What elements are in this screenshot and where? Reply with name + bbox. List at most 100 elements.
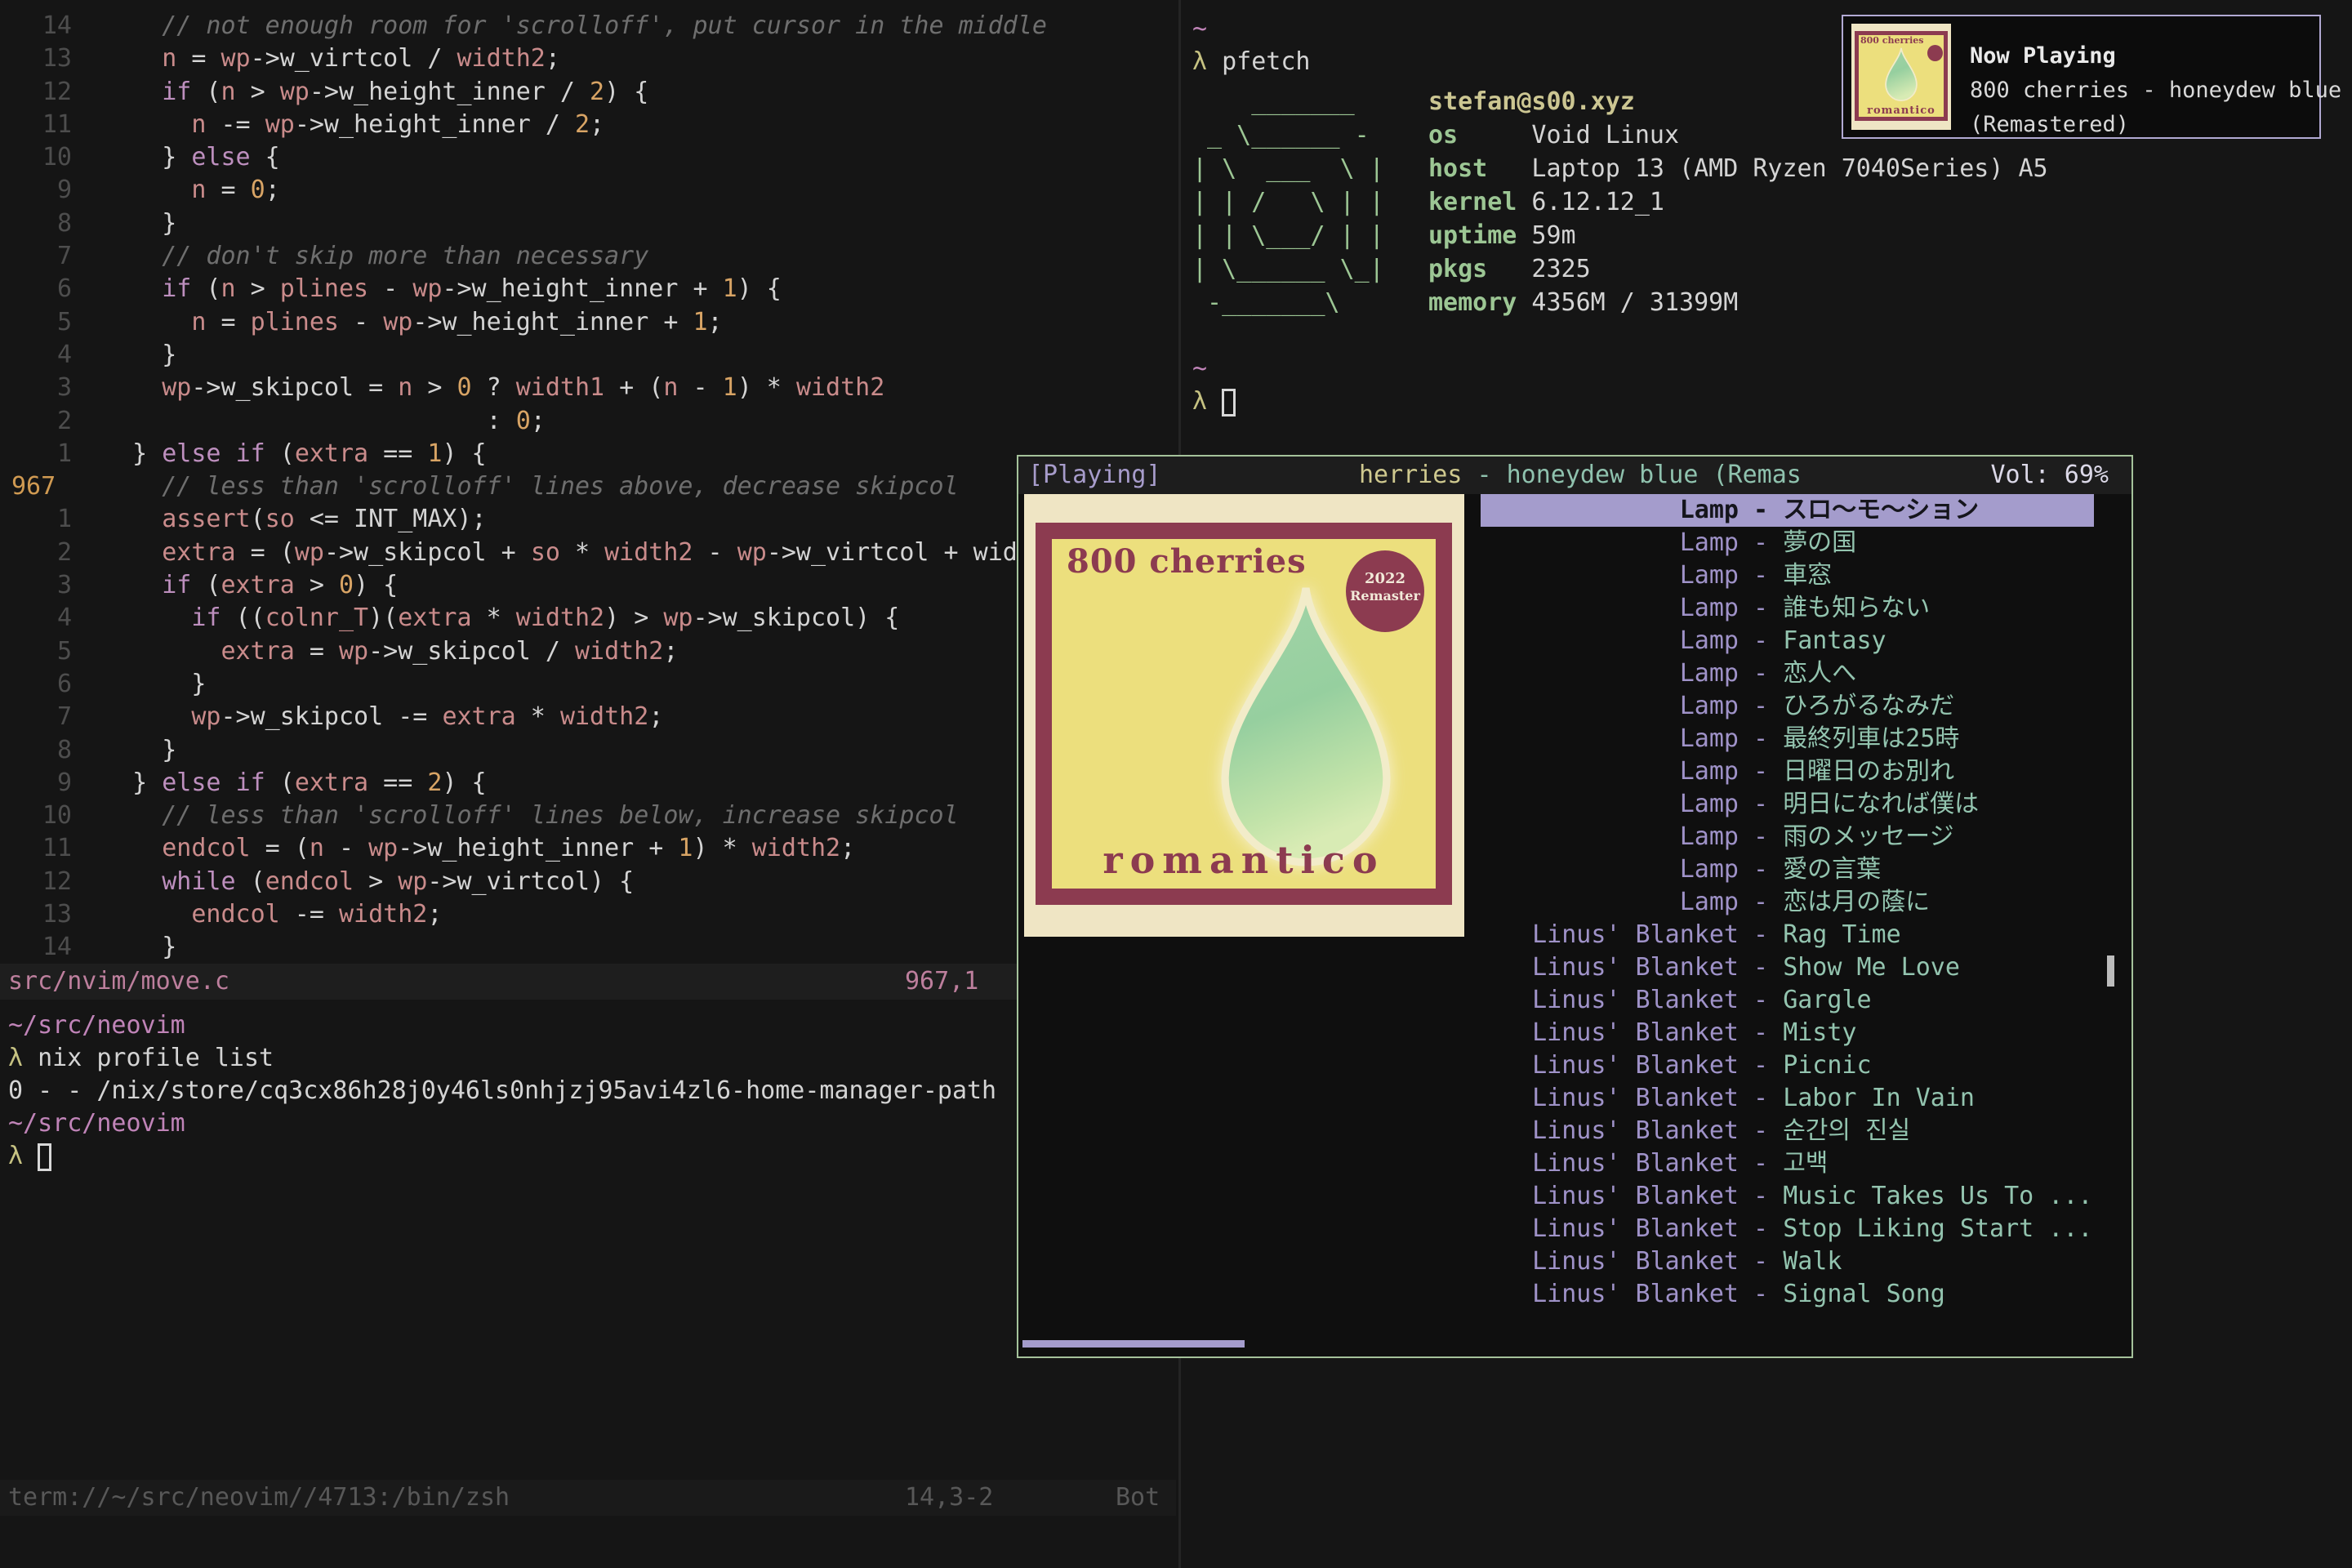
code-line[interactable]: 4 if ((colnr_T)(extra * width2) > wp->w_… (0, 602, 1178, 635)
code-line[interactable]: 967 // less than 'scrolloff' lines above… (0, 470, 1178, 503)
code-line[interactable]: 14 // not enough room for 'scrolloff', p… (0, 10, 1178, 42)
code-line[interactable]: 3 if (extra > 0) { (0, 569, 1178, 602)
pfetch-row: | \______ \_| pkgs 2325 (1192, 252, 2048, 286)
code-line[interactable]: 10 } else { (0, 141, 1178, 174)
playlist-row[interactable]: Linus' Blanket - 고백 (1481, 1147, 2094, 1180)
code-line[interactable]: 1 } else if (extra == 1) { (0, 438, 1178, 470)
terminal-line: λ (0, 1140, 1176, 1173)
code-line[interactable]: 13 n = wp->w_virtcol / width2; (0, 42, 1178, 75)
playlist-row[interactable]: Lamp - 日曜日のお別れ (1481, 755, 2094, 788)
line-number: 8 (0, 734, 72, 767)
statusline-active: src/nvim/move.c 967,1 (0, 964, 1176, 1000)
code-line[interactable]: 5 n = plines - wp->w_height_inner + 1; (0, 306, 1178, 339)
line-number: 13 (0, 42, 72, 75)
playlist-row[interactable]: Linus' Blanket - 순간의 진실 (1481, 1115, 2094, 1147)
playlist-row[interactable]: Linus' Blanket - Rag Time (1481, 919, 2094, 951)
prompt-cwd: ~ (1192, 353, 1207, 385)
thumb-teardrop-artwork (1883, 47, 1919, 102)
song-progress-bar[interactable] (1022, 1340, 1245, 1348)
code-line[interactable]: 9 n = 0; (0, 174, 1178, 207)
code-line[interactable]: 4 } (0, 339, 1178, 372)
code-line[interactable]: 2 : 0; (0, 405, 1178, 438)
code-line[interactable]: 12 while (endcol > wp->w_virtcol) { (0, 866, 1178, 898)
playlist-row[interactable]: Linus' Blanket - Labor In Vain (1481, 1082, 2094, 1115)
line-number: 10 (0, 800, 72, 832)
playlist-row[interactable]: Linus' Blanket - Picnic (1481, 1049, 2094, 1082)
statusline2-scroll-indicator: Bot (1116, 1480, 1160, 1516)
pfetch-user-host: stefan@s00.xyz (1428, 87, 1635, 116)
player-volume: Vol: 69% (1991, 457, 2109, 494)
playlist-row[interactable]: Linus' Blanket - Signal Song (1481, 1278, 2094, 1311)
playlist-row[interactable]: Linus' Blanket - Gargle (1481, 984, 2094, 1017)
playlist-row[interactable]: Lamp - 最終列車は25時 (1481, 723, 2094, 755)
code-line[interactable]: 1 assert(so <= INT_MAX); (0, 503, 1178, 536)
code-line[interactable]: 7 wp->w_skipcol -= extra * width2; (0, 701, 1178, 733)
music-player-window[interactable]: [Playing] herries - honeydew blue (Remas… (1017, 455, 2133, 1358)
statusline2-filename: term://~/src/neovim//4713:/bin/zsh (8, 1483, 510, 1512)
player-state-badge: [Playing] (1028, 457, 1161, 494)
playlist[interactable]: Lamp - スロ〜モ〜ションLamp - 夢の国Lamp - 車窓Lamp -… (1018, 494, 2132, 1319)
code-line[interactable]: 11 n -= wp->w_height_inner / 2; (0, 109, 1178, 141)
code-line[interactable]: 10 // less than 'scrolloff' lines below,… (0, 800, 1178, 832)
statusline-inactive: term://~/src/neovim//4713:/bin/zsh 14,3-… (0, 1480, 1176, 1516)
code-line[interactable]: 2 extra = (wp->w_skipcol + so * width2 -… (0, 537, 1178, 569)
line-number: 6 (0, 273, 72, 305)
playlist-row[interactable]: Linus' Blanket - Show Me Love (1481, 951, 2094, 984)
playlist-row[interactable]: Lamp - Fantasy (1481, 625, 2094, 657)
line-number: 5 (0, 306, 72, 339)
statusline-cursor-position: 967,1 (905, 964, 978, 1000)
code-line[interactable]: 5 extra = wp->w_skipcol / width2; (0, 635, 1178, 668)
playlist-row[interactable]: Lamp - 雨のメッセージ (1481, 821, 2094, 853)
playlist-row[interactable]: Linus' Blanket - Music Takes Us To ... (1481, 1180, 2094, 1213)
playlist-row[interactable]: Lamp - 恋人へ (1481, 657, 2094, 690)
line-number: 7 (0, 701, 72, 733)
code-line[interactable]: 14 } (0, 931, 1178, 964)
playlist-row[interactable]: Linus' Blanket - Stop Liking Start ... (1481, 1213, 2094, 1245)
playlist-row-selected[interactable]: Lamp - スロ〜モ〜ション (1481, 494, 2094, 527)
playlist-row[interactable]: Lamp - 誰も知らない (1481, 592, 2094, 625)
prompt-command-line: λ pfetch (1192, 46, 1311, 78)
line-number: 3 (0, 569, 72, 602)
player-song-marquee: herries - honeydew blue (Remas (1359, 457, 1802, 494)
code-line[interactable]: 3 wp->w_skipcol = n > 0 ? width1 + (n - … (0, 372, 1178, 404)
playlist-row[interactable]: Lamp - 明日になれば僕は (1481, 788, 2094, 821)
code-line[interactable]: 6 if (n > plines - wp->w_height_inner + … (0, 273, 1178, 305)
playlist-scrollbar[interactable] (2107, 956, 2114, 987)
nvim-embedded-terminal[interactable]: ~/src/neovimλ nix profile list0 - - /nix… (0, 1009, 1176, 1173)
playlist-row[interactable]: Lamp - ひろがるなみだ (1481, 690, 2094, 723)
playlist-row[interactable]: Lamp - 恋は月の蔭に (1481, 886, 2094, 919)
line-number: 2 (0, 405, 72, 438)
nvim-pane[interactable]: 14 // not enough room for 'scrolloff', p… (0, 0, 1178, 1568)
line-number: 9 (0, 767, 72, 800)
playlist-row[interactable]: Linus' Blanket - Misty (1481, 1017, 2094, 1049)
playlist-row[interactable]: Lamp - 夢の国 (1481, 527, 2094, 559)
line-number: 12 (0, 76, 72, 109)
line-number: 4 (0, 602, 72, 635)
code-line[interactable]: 8 } (0, 734, 1178, 767)
line-number: 10 (0, 141, 72, 174)
code-line[interactable]: 12 if (n > wp->w_height_inner / 2) { (0, 76, 1178, 109)
code-line[interactable]: 6 } (0, 668, 1178, 701)
line-number: 6 (0, 668, 72, 701)
playlist-row[interactable]: Lamp - 愛の言葉 (1481, 853, 2094, 886)
terminal-line: ~/src/neovim (0, 1009, 1176, 1042)
pfetch-row: | | / \ | | kernel 6.12.12_1 (1192, 185, 2048, 219)
now-playing-notification[interactable]: 800 cherries romantico (1842, 15, 2321, 139)
code-line[interactable]: 7 // don't skip more than necessary (0, 240, 1178, 273)
terminal-cursor (38, 1143, 51, 1171)
code-line[interactable]: 8 } (0, 207, 1178, 240)
line-number: 5 (0, 635, 72, 668)
thumb-title-text: romantico (1859, 105, 1944, 117)
code-line[interactable]: 9 } else if (extra == 2) { (0, 767, 1178, 800)
playlist-row[interactable]: Lamp - 車窓 (1481, 559, 2094, 592)
playlist-row[interactable]: Linus' Blanket - Walk (1481, 1245, 2094, 1278)
prompt-with-cursor: λ (1192, 385, 1236, 418)
prompt-cwd: ~ (1192, 13, 1207, 46)
code-area[interactable]: 14 // not enough room for 'scrolloff', p… (0, 10, 1178, 964)
terminal-line: ~/src/neovim (0, 1107, 1176, 1140)
code-line[interactable]: 13 endcol -= width2; (0, 898, 1178, 931)
notification-song-suffix: (Remastered) (1970, 113, 2129, 137)
line-number: 8 (0, 207, 72, 240)
pfetch-row: | | \___/ | | uptime 59m (1192, 219, 2048, 252)
code-line[interactable]: 11 endcol = (n - wp->w_height_inner + 1)… (0, 832, 1178, 865)
